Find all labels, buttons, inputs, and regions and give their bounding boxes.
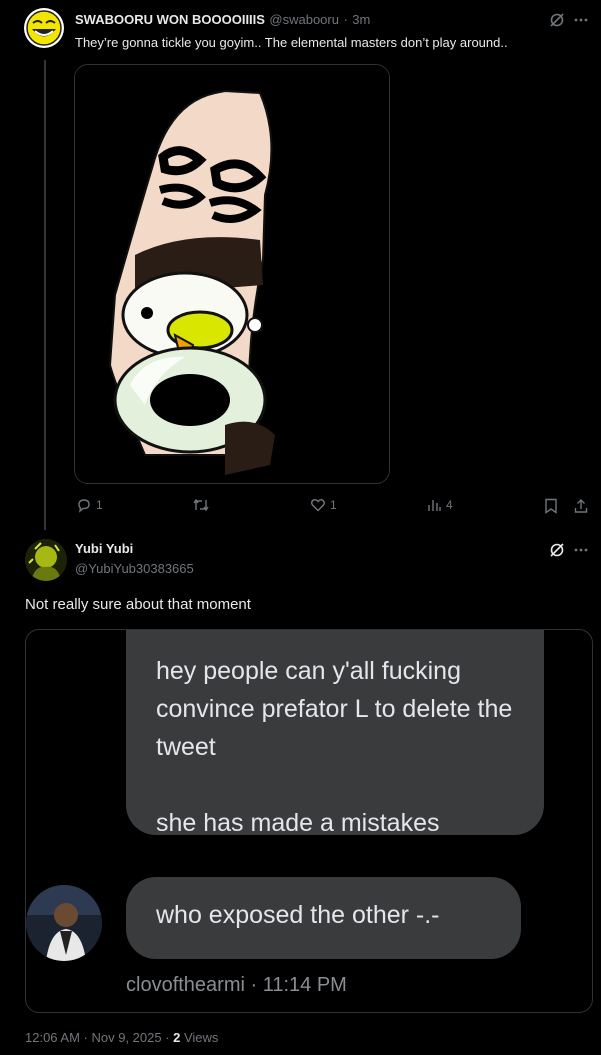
post-text: Not really sure about that moment: [25, 596, 251, 613]
post-timestamp[interactable]: 12:06 AM · Nov 9, 2025 ·: [25, 1030, 173, 1045]
handle[interactable]: @YubiYub30383665: [75, 561, 194, 576]
post-meta: 12:06 AM · Nov 9, 2025 · 2 Views: [25, 1030, 218, 1045]
like-icon: [311, 499, 325, 512]
grok-icon[interactable]: [548, 541, 566, 559]
views-count: 4: [446, 498, 453, 512]
message-text: hey people can y'all fucking convince pr…: [156, 657, 513, 837]
more-icon[interactable]: [572, 11, 590, 29]
post-time[interactable]: 3m: [352, 12, 370, 27]
avatar: [26, 885, 102, 961]
avatar[interactable]: [24, 8, 64, 48]
retweet-icon: [193, 498, 209, 512]
reply-button[interactable]: 1: [76, 497, 103, 513]
post-header: SWABOORU WON BOOOOIIIIS @swabooru · 3m: [75, 11, 370, 29]
thread-connector: [44, 60, 46, 530]
views-button[interactable]: 4: [426, 497, 453, 513]
bookmark-icon[interactable]: [542, 497, 560, 515]
post-text: They’re gonna tickle you goyim.. The ele…: [75, 35, 508, 50]
avatar[interactable]: [25, 539, 67, 581]
like-button[interactable]: 1: [310, 497, 337, 513]
message-bubble: hey people can y'all fucking convince pr…: [126, 630, 544, 837]
message-text: who exposed the other -.-: [156, 901, 440, 929]
more-icon[interactable]: [572, 541, 590, 559]
embedded-image[interactable]: hey people can y'all fucking convince pr…: [25, 629, 593, 1013]
reply-count: 1: [96, 498, 103, 512]
views-icon: [428, 500, 441, 511]
message-footer: clovofthearmi · 11:14 PM: [126, 974, 347, 996]
retweet-button[interactable]: [192, 497, 214, 513]
handle[interactable]: @swabooru: [269, 12, 339, 27]
share-icon[interactable]: [572, 497, 590, 515]
views-label: Views: [180, 1030, 219, 1045]
post-image[interactable]: [74, 64, 390, 484]
like-count: 1: [330, 498, 337, 512]
display-name[interactable]: SWABOORU WON BOOOOIIIIS: [75, 12, 265, 27]
reply-icon: [78, 499, 90, 513]
display-name[interactable]: Yubi Yubi: [75, 541, 133, 556]
message-bubble: who exposed the other -.-: [126, 877, 521, 959]
grok-icon[interactable]: [548, 11, 566, 29]
separator: ·: [343, 12, 348, 27]
